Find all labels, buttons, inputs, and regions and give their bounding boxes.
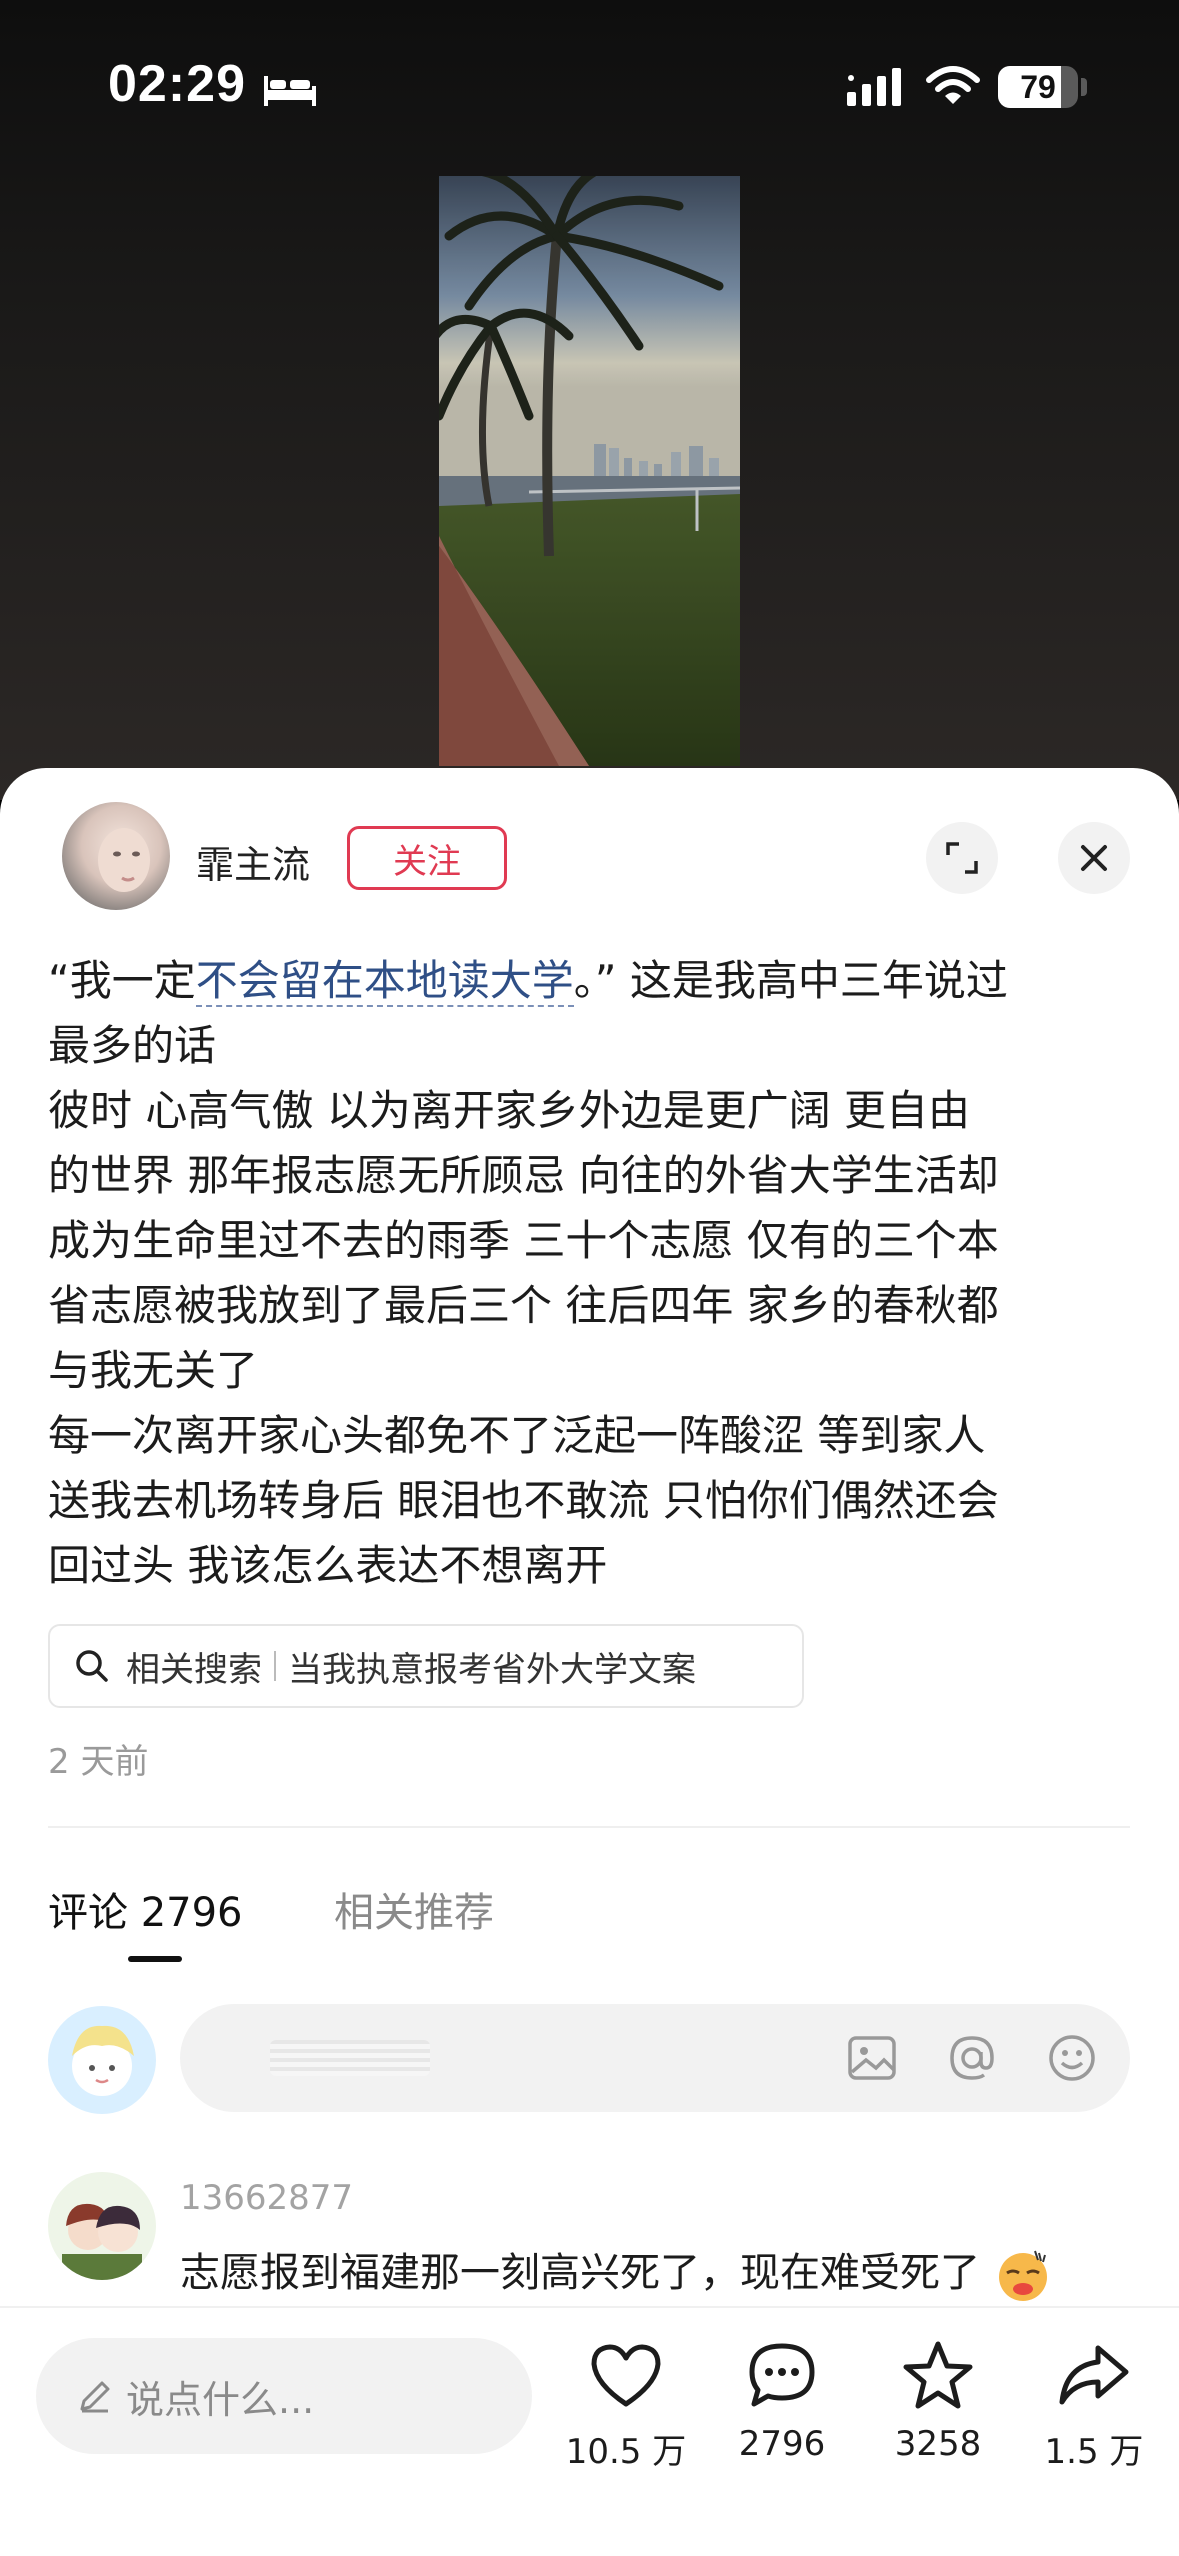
separator xyxy=(274,1651,276,1681)
favorite-count: 3258 xyxy=(894,2424,982,2464)
post-time: 2 天前 xyxy=(48,1742,149,1782)
share-count: 1.5 万 xyxy=(1044,2432,1144,2472)
related-search-query: 当我执意报考省外大学文案 xyxy=(288,1649,696,1690)
share-icon xyxy=(1059,2345,1129,2405)
post-line: 回过头 我该怎么表达不想离开 xyxy=(48,1541,608,1590)
bottom-action-bar: 说点什么... 10.5 万 2796 3258 1.5 万 xyxy=(0,2306,1179,2556)
related-search-chip[interactable]: 相关搜索 当我执意报考省外大学文案 xyxy=(48,1624,804,1708)
tab-related[interactable]: 相关推荐 xyxy=(334,1880,494,1938)
favorite-button[interactable]: 3258 xyxy=(863,2338,1013,2464)
input-placeholder-blur xyxy=(270,2040,430,2076)
my-avatar[interactable] xyxy=(48,2006,156,2114)
like-button[interactable]: 10.5 万 xyxy=(551,2338,701,2473)
expand-icon xyxy=(946,842,978,874)
status-time: 02:29 xyxy=(108,55,246,113)
status-bar: 02:29 79 xyxy=(0,0,1179,170)
like-count: 10.5 万 xyxy=(565,2432,687,2472)
battery-icon: 79 xyxy=(998,66,1078,108)
comment-bubble-icon xyxy=(749,2343,815,2407)
couple-avatar xyxy=(62,2203,142,2280)
post-line: 省志愿被我放到了最后三个 往后四年 家乡的春秋都 xyxy=(48,1281,999,1330)
comment-body: 志愿报到福建那一刻高兴死了，现在难受死了 xyxy=(180,2250,980,2296)
tab-comments[interactable]: 评论 2796 xyxy=(48,1880,243,1938)
comment-text: 志愿报到福建那一刻高兴死了，现在难受死了 xyxy=(180,2240,1051,2303)
cartoon-avatar xyxy=(72,2025,134,2096)
post-line: 送我去机场转身后 眼泪也不敢流 只怕你们偶然还会 xyxy=(48,1476,999,1525)
divider xyxy=(48,1826,1130,1828)
at-icon[interactable] xyxy=(946,2032,998,2084)
star-icon xyxy=(903,2341,973,2409)
close-button[interactable] xyxy=(1058,822,1130,894)
comment-username[interactable]: 13662877 xyxy=(180,2178,353,2218)
say-something-placeholder: 说点什么... xyxy=(126,2377,315,2422)
crying-emoji-icon xyxy=(998,2250,1047,2301)
post-line: 的世界 那年报志愿无所顾忌 向往的外省大学生活却 xyxy=(48,1151,999,1200)
follow-button[interactable]: 关注 xyxy=(347,826,507,890)
share-button[interactable]: 1.5 万 xyxy=(1019,2338,1169,2473)
post-line: 最多的话 xyxy=(48,1021,217,1070)
say-something-input[interactable]: 说点什么... xyxy=(36,2338,532,2454)
battery-percent: 79 xyxy=(1020,68,1056,105)
sleep-icon xyxy=(264,76,316,106)
commenter-avatar[interactable] xyxy=(48,2172,156,2280)
post-line: 彼时 心高气傲 以为离开家乡外边是更广阔 更自由 xyxy=(48,1086,971,1135)
search-icon xyxy=(76,1650,108,1682)
related-search-label: 相关搜索 xyxy=(126,1649,262,1690)
wifi-icon xyxy=(926,66,980,104)
battery-cap xyxy=(1081,78,1087,96)
keyword-link[interactable]: 不会留在本地读大学 xyxy=(195,956,574,1007)
heart-icon xyxy=(591,2344,661,2407)
post-line: 每一次离开家心头都免不了泛起一阵酸涩 等到家人 xyxy=(48,1411,986,1460)
comment-input[interactable] xyxy=(180,2004,1130,2112)
author-avatar[interactable] xyxy=(62,802,170,910)
comment-count: 2796 xyxy=(738,2424,826,2464)
close-icon xyxy=(1081,845,1107,871)
expand-button[interactable] xyxy=(926,822,998,894)
image-icon[interactable] xyxy=(846,2032,898,2084)
post-line: “我一定不会留在本地读大学。” 这是我高中三年说过 xyxy=(48,948,1138,1013)
active-tab-indicator xyxy=(128,1956,182,1962)
author-name[interactable]: 霏主流 xyxy=(196,834,310,889)
post-line: 成为生命里过不去的雨季 三十个志愿 仅有的三个本 xyxy=(48,1216,999,1265)
quote-suffix: 。” 这是我高中三年说过 xyxy=(573,956,1008,1005)
cellular-signal-icon xyxy=(847,68,901,106)
comment-button[interactable]: 2796 xyxy=(707,2338,857,2464)
post-photo[interactable] xyxy=(439,176,740,766)
avatar-face xyxy=(98,828,150,892)
post-body: “我一定不会留在本地读大学。” 这是我高中三年说过 最多的话 彼时 心高气傲 以… xyxy=(48,948,1138,1598)
quote-prefix: “我一定 xyxy=(48,956,196,1005)
post-line: 与我无关了 xyxy=(48,1346,259,1395)
palm-tree-photo xyxy=(439,176,740,766)
pencil-icon xyxy=(80,2381,110,2413)
emoji-icon[interactable] xyxy=(1046,2032,1098,2084)
